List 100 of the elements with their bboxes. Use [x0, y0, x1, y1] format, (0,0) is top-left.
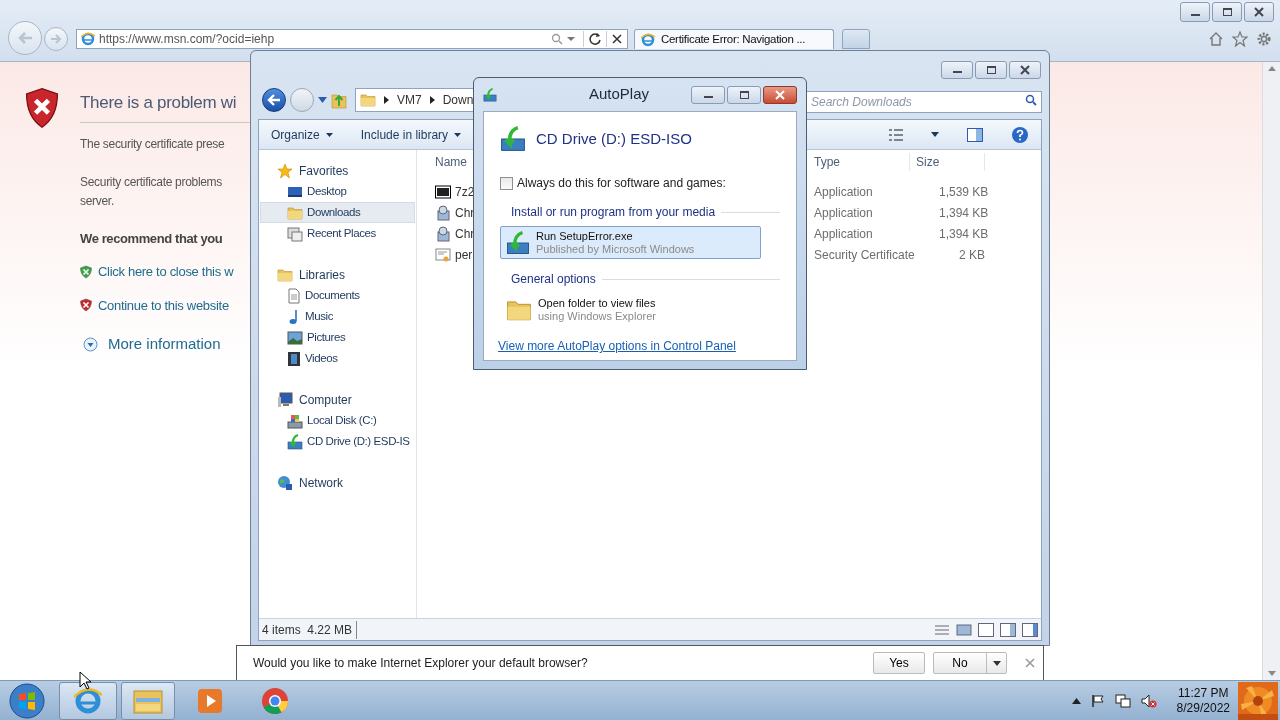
nav-group-label[interactable]: Computer: [299, 390, 352, 409]
scroll-up-icon: [1267, 66, 1276, 71]
close-button[interactable]: [763, 85, 797, 104]
network-icon[interactable]: [1114, 693, 1131, 708]
autoplay-option[interactable]: Open folder to view files using Windows Explorer: [500, 293, 761, 326]
dropdown-arrow-icon: [567, 36, 575, 42]
scroll-down-icon: [1267, 671, 1276, 676]
file-name[interactable]: Chr: [455, 224, 475, 243]
details-pane-icon[interactable]: [1022, 622, 1038, 637]
maximize-button[interactable]: [1212, 2, 1242, 22]
star-icon: [277, 162, 293, 179]
close-button[interactable]: [1009, 61, 1041, 79]
nav-item[interactable]: Recent Places: [260, 223, 415, 244]
preview-pane-icon[interactable]: [967, 127, 983, 142]
browser-tab[interactable]: Certificate Error: Navigation ...: [634, 29, 834, 49]
file-name[interactable]: 7z2: [455, 182, 475, 201]
expand-circle-icon: [83, 336, 98, 352]
computer-icon: [277, 391, 293, 408]
ie-logo-icon: [74, 686, 102, 715]
nav-item[interactable]: Pictures: [260, 327, 415, 348]
layout-icon[interactable]: [978, 622, 994, 637]
error-link[interactable]: Click here to close this w: [98, 262, 234, 282]
yes-button[interactable]: Yes: [873, 652, 925, 674]
option-subtitle: Published by Microsoft Windows: [536, 242, 695, 256]
breadcrumb-arrow-icon: [429, 96, 435, 104]
toolbar-menu-button[interactable]: Organize: [271, 125, 333, 144]
autoplay-option[interactable]: Run SetupError.exe Published by Microsoft Windows: [500, 226, 761, 259]
scrollbar[interactable]: [1262, 62, 1280, 680]
file-type: Security Certificate: [813, 246, 916, 264]
nav-item[interactable]: Videos: [260, 348, 415, 369]
star-icon[interactable]: [1232, 31, 1248, 47]
forward-arrow-icon: [50, 34, 62, 44]
checkbox[interactable]: [500, 176, 513, 190]
nav-group-label[interactable]: Libraries: [299, 265, 346, 284]
thumbnail-view-icon[interactable]: [956, 623, 972, 636]
settings-icon[interactable]: [1256, 31, 1272, 47]
back-button[interactable]: [262, 88, 286, 112]
start-button-icon[interactable]: [7, 681, 47, 720]
control-panel-link[interactable]: View more AutoPlay options in Control Panel: [498, 337, 780, 355]
breadcrumb-item[interactable]: Down: [442, 91, 474, 109]
dropdown-arrow-icon: [992, 660, 1001, 666]
error-link[interactable]: Continue to this website: [98, 295, 229, 315]
stop-icon[interactable]: [611, 33, 623, 45]
close-icon: [1254, 7, 1264, 17]
notification-message: Would you like to make Internet Explorer your default browser?: [253, 655, 589, 672]
show-hidden-icons-icon[interactable]: [1071, 697, 1081, 704]
minimize-button[interactable]: [1180, 2, 1210, 22]
cd-drive-icon: [500, 126, 526, 152]
nav-item[interactable]: Local Disk (C:): [260, 410, 415, 431]
nav-item[interactable]: Documents: [260, 285, 415, 306]
search-field[interactable]: Search Downloads: [806, 91, 1042, 113]
taskbar-button[interactable]: [121, 681, 175, 720]
breadcrumb-item[interactable]: VM7: [397, 91, 422, 109]
column-header[interactable]: Size: [909, 153, 985, 171]
preview-pane-icon[interactable]: [1000, 622, 1016, 637]
taskbar-button[interactable]: [59, 681, 117, 720]
network-globe-icon: [277, 474, 293, 491]
home-icon[interactable]: [1208, 31, 1224, 47]
checkbox-label: Always do this for software and games:: [517, 175, 726, 192]
nav-item[interactable]: Desktop: [260, 181, 415, 202]
installer-icon: [435, 225, 451, 242]
nav-item[interactable]: CD Drive (D:) ESD-IS: [260, 431, 415, 452]
back-arrow-icon: [17, 31, 33, 45]
nav-group-label[interactable]: Network: [299, 473, 343, 492]
url-text: https://www.msn.com/?ocid=iehp: [99, 31, 276, 48]
folder-icon: [133, 687, 163, 714]
flag-icon[interactable]: [1090, 693, 1105, 708]
safe-shield-icon: [79, 264, 93, 279]
cd-drive-icon: [287, 433, 303, 450]
address-field[interactable]: https://www.msn.com/?ocid=iehp: [76, 29, 628, 49]
nav-item[interactable]: Music: [260, 306, 415, 327]
file-name[interactable]: per: [455, 245, 473, 264]
back-arrow-icon: [267, 94, 281, 106]
close-button[interactable]: [1244, 2, 1274, 22]
downloads-folder-icon: [360, 92, 376, 108]
nav-item[interactable]: Downloads: [260, 202, 415, 223]
media-player-icon[interactable]: [197, 687, 223, 714]
toolbar-menu-button[interactable]: Include in library: [360, 125, 462, 144]
refresh-icon[interactable]: [588, 32, 602, 46]
muted-speaker-icon[interactable]: [1140, 693, 1157, 708]
more-information-link[interactable]: More information: [108, 333, 221, 356]
clock-date[interactable]: 8/29/2022: [1176, 700, 1230, 716]
file-name[interactable]: Chr: [455, 203, 475, 222]
help-icon[interactable]: [1011, 125, 1029, 144]
error-description: Security certificate problems server.: [80, 174, 224, 210]
chrome-icon[interactable]: [261, 686, 289, 715]
close-icon[interactable]: [1025, 658, 1035, 668]
error-shield-icon: [24, 86, 60, 130]
clock-time[interactable]: 11:27 PM: [1178, 685, 1229, 701]
minimize-button[interactable]: [941, 61, 973, 79]
maximize-button[interactable]: [727, 85, 761, 104]
dialog-title: AutoPlay: [587, 84, 650, 105]
maximize-button[interactable]: [975, 61, 1007, 79]
certificate-icon: [435, 246, 451, 263]
view-options-icon[interactable]: [889, 128, 903, 141]
minimize-button[interactable]: [691, 85, 725, 104]
recent-places-icon: [287, 225, 303, 242]
error-title: There is a problem wi: [80, 92, 238, 114]
nav-group-label[interactable]: Favorites: [299, 161, 349, 180]
close-icon: [775, 89, 785, 100]
